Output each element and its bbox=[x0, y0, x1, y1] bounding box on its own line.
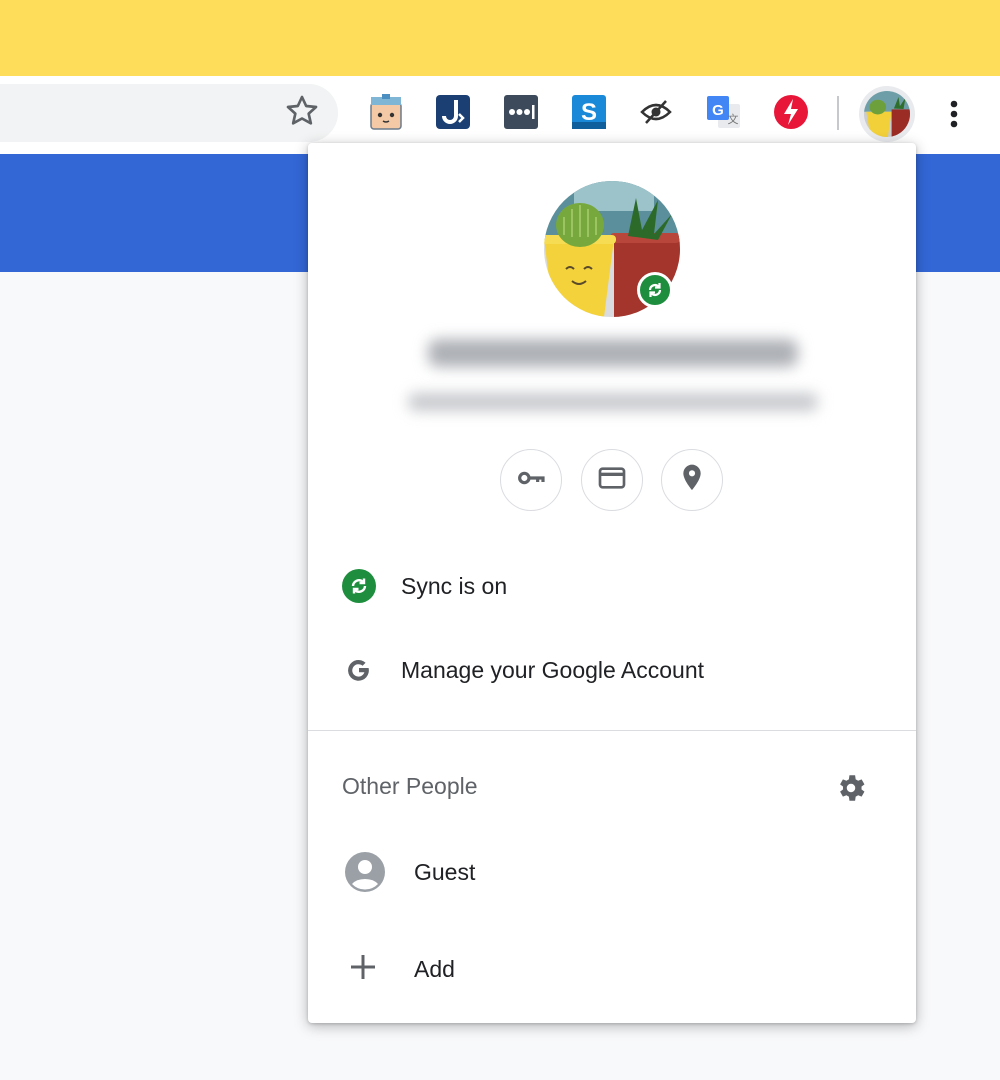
window-top-strip bbox=[0, 0, 1000, 76]
lastpass-extension-icon[interactable] bbox=[503, 94, 539, 130]
google-g-icon bbox=[342, 653, 376, 687]
sync-status-row[interactable]: Sync is on bbox=[308, 551, 916, 621]
avatar bbox=[864, 91, 910, 137]
star-icon[interactable] bbox=[282, 91, 322, 131]
jumpy-extension-icon[interactable] bbox=[435, 94, 471, 130]
passwords-button[interactable] bbox=[500, 449, 562, 511]
blurred-profile-name bbox=[428, 339, 798, 367]
menu-divider bbox=[308, 730, 916, 731]
svg-text:G: G bbox=[712, 102, 724, 119]
add-person-row[interactable]: Add bbox=[308, 934, 916, 1004]
key-icon bbox=[515, 462, 547, 499]
toolbar-separator bbox=[837, 96, 839, 130]
s-extension-icon[interactable]: S bbox=[571, 94, 607, 130]
guest-label: Guest bbox=[414, 859, 476, 885]
plus-icon bbox=[346, 950, 380, 984]
profile-menu: Sync is on Manage your Google Account Ot… bbox=[308, 143, 916, 1023]
credit-card-icon bbox=[596, 462, 628, 499]
person-icon bbox=[344, 851, 386, 893]
manage-account-row[interactable]: Manage your Google Account bbox=[308, 635, 916, 705]
bolt-extension-icon[interactable] bbox=[773, 94, 809, 130]
google-translate-extension-icon[interactable]: G 文 bbox=[706, 94, 742, 130]
location-pin-icon bbox=[676, 462, 708, 499]
three-dots-vertical-icon[interactable] bbox=[938, 92, 970, 136]
add-label: Add bbox=[414, 956, 455, 982]
svg-text:S: S bbox=[581, 99, 597, 126]
gear-icon[interactable] bbox=[834, 771, 868, 805]
other-people-title: Other People bbox=[342, 773, 478, 799]
payment-methods-button[interactable] bbox=[581, 449, 643, 511]
manage-account-label: Manage your Google Account bbox=[401, 657, 705, 683]
sync-label: Sync is on bbox=[401, 573, 508, 599]
sync-badge-icon bbox=[637, 272, 673, 308]
sync-icon bbox=[342, 569, 376, 603]
blurred-profile-email bbox=[408, 393, 818, 411]
guest-row[interactable]: Guest bbox=[308, 837, 916, 907]
svg-text:文: 文 bbox=[728, 112, 739, 126]
profile-avatar-button[interactable] bbox=[859, 86, 915, 142]
addresses-button[interactable] bbox=[661, 449, 723, 511]
tofu-extension-icon[interactable] bbox=[368, 94, 404, 130]
hide-eye-extension-icon[interactable] bbox=[638, 94, 674, 130]
